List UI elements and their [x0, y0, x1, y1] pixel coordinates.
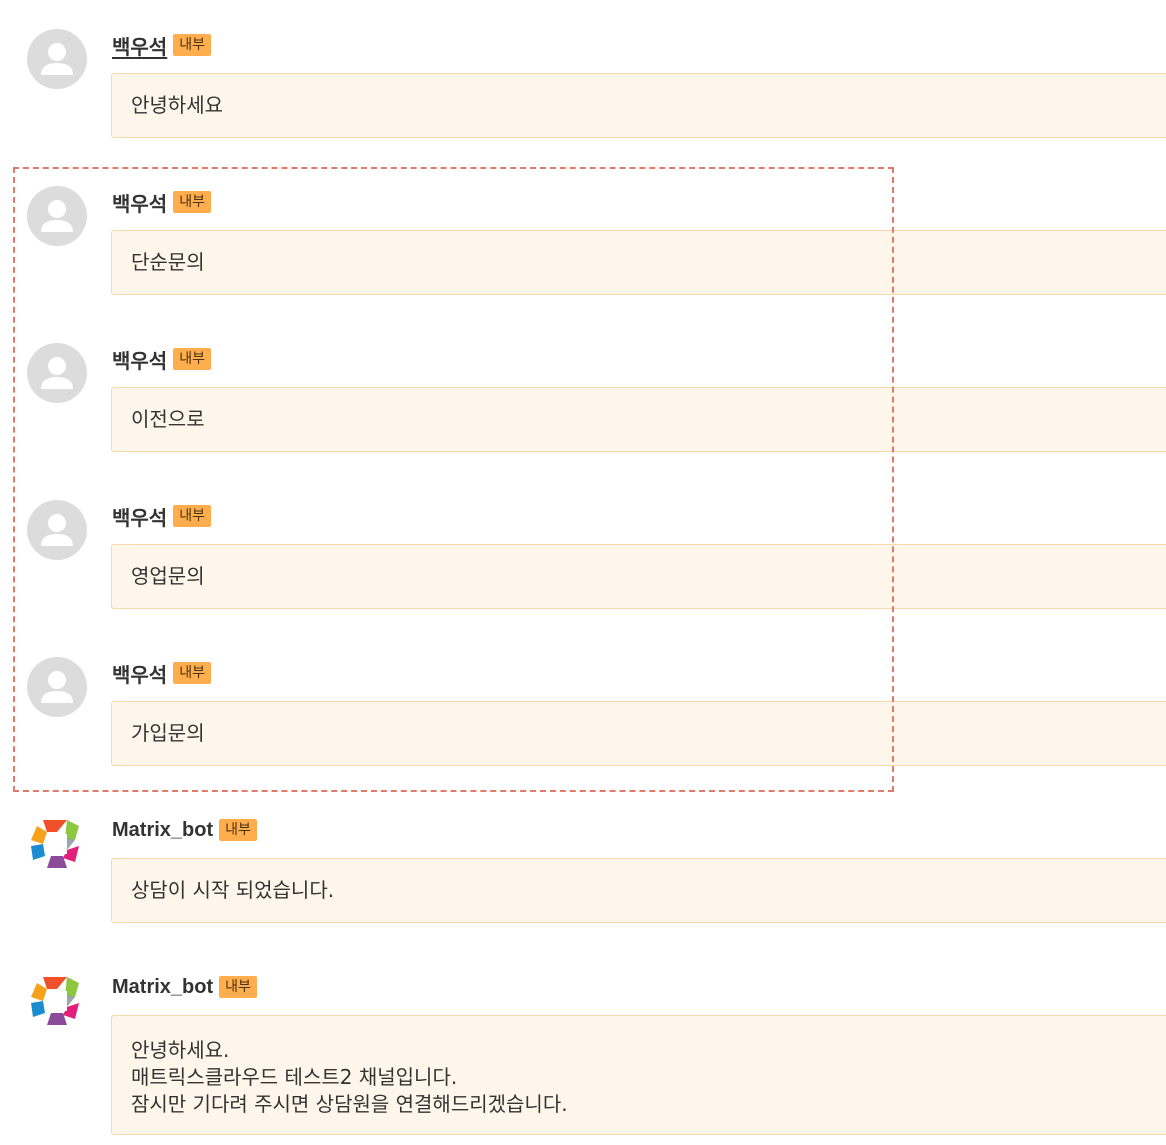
user-avatar-icon [27, 343, 87, 403]
internal-badge: 내부 [219, 976, 257, 998]
message-bubble: 가입문의 [111, 701, 1166, 766]
sender-name: 백우석 [112, 664, 168, 687]
sender-name: Matrix_bot [112, 975, 214, 998]
sender-name: 백우석 [112, 507, 168, 530]
sender-line: 백우석 내부 [112, 659, 211, 687]
user-avatar-icon [27, 657, 87, 717]
matrix-logo-icon [27, 814, 87, 874]
message-bubble: 영업문의 [111, 544, 1166, 609]
internal-badge: 내부 [219, 819, 257, 841]
internal-badge: 내부 [173, 348, 211, 370]
sender-name: Matrix_bot [112, 818, 214, 841]
internal-badge: 내부 [173, 191, 211, 213]
sender-name: 백우석 [112, 350, 168, 373]
internal-badge: 내부 [173, 34, 211, 56]
message-bubble: 안녕하세요. 매트릭스클라우드 테스트2 채널입니다. 잠시만 기다려 주시면 … [111, 1015, 1166, 1135]
user-avatar-icon [27, 186, 87, 246]
message-bubble: 상담이 시작 되었습니다. [111, 858, 1166, 923]
internal-badge: 내부 [173, 505, 211, 527]
sender-line: 백우석 내부 [112, 345, 211, 373]
sender-line: 백우석 내부 [112, 188, 211, 216]
message-bubble: 안녕하세요 [111, 73, 1166, 138]
internal-badge: 내부 [173, 662, 211, 684]
sender-line: Matrix_bot 내부 [112, 816, 257, 844]
sender-line: 백우석 내부 [112, 31, 211, 59]
message-bubble: 이전으로 [111, 387, 1166, 452]
sender-name[interactable]: 백우석 [112, 31, 167, 60]
sender-line: Matrix_bot 내부 [112, 973, 257, 1001]
sender-line: 백우석 내부 [112, 502, 211, 530]
message-bubble: 단순문의 [111, 230, 1166, 295]
sender-name: 백우석 [112, 193, 168, 216]
matrix-logo-icon [27, 971, 87, 1031]
user-avatar-icon [27, 500, 87, 560]
user-avatar-icon [27, 29, 87, 89]
